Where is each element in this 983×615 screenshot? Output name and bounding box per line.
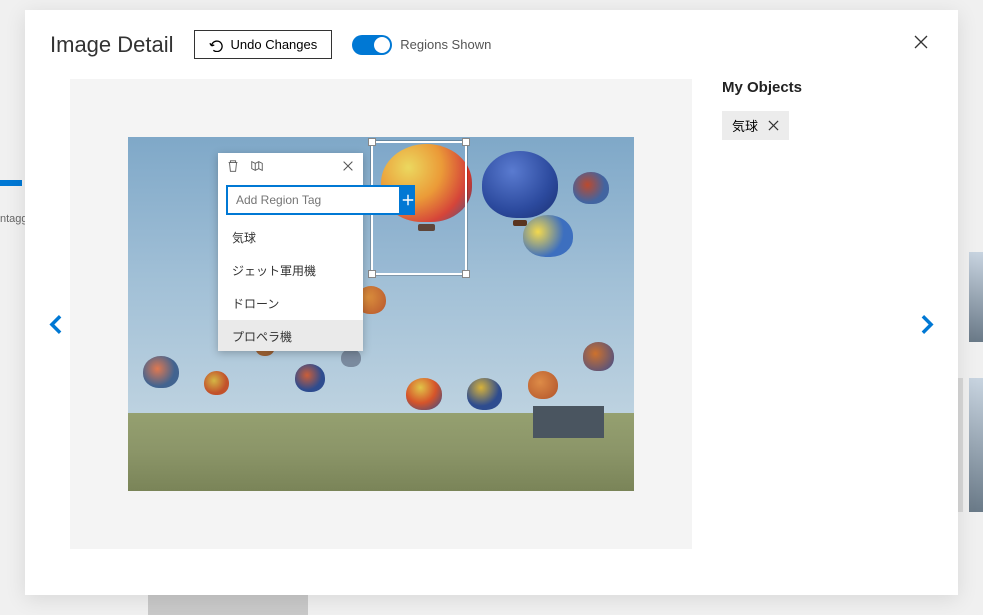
tag-popup-header: [218, 153, 363, 179]
image-stage: [533, 406, 604, 438]
close-popup-icon[interactable]: [341, 159, 355, 173]
close-button[interactable]: [909, 30, 933, 59]
modal-body: 気球 ジェット軍用機 ドローン プロペラ機 My Objects 気球: [25, 69, 958, 584]
balloon-shape: [482, 151, 558, 218]
bg-side-label: ntagg: [0, 213, 28, 225]
object-chip-label: 気球: [732, 116, 758, 135]
balloon-shape: [583, 342, 613, 370]
tag-option[interactable]: ドローン: [218, 287, 363, 320]
add-tag-button[interactable]: [401, 185, 415, 215]
balloon-shape: [143, 356, 178, 388]
chevron-right-icon: [916, 313, 938, 335]
image-detail-modal: Image Detail Undo Changes Regions Shown: [25, 10, 958, 595]
resize-handle-tl[interactable]: [368, 138, 376, 146]
page-title: Image Detail: [50, 32, 174, 58]
plus-icon: [401, 193, 415, 207]
sidebar-title: My Objects: [722, 79, 802, 96]
objects-sidebar: My Objects 気球: [722, 79, 802, 584]
undo-label: Undo Changes: [231, 37, 318, 52]
next-image-button[interactable]: [916, 313, 938, 340]
modal-header: Image Detail Undo Changes Regions Shown: [25, 10, 958, 69]
chevron-left-icon: [45, 313, 67, 335]
image-canvas[interactable]: 気球 ジェット軍用機 ドローン プロペラ機: [128, 137, 634, 491]
toggle-label: Regions Shown: [400, 37, 491, 52]
tag-option[interactable]: プロペラ機: [218, 320, 363, 351]
prev-image-button[interactable]: [45, 313, 67, 340]
delete-region-icon[interactable]: [226, 159, 240, 173]
regions-toggle[interactable]: [352, 35, 392, 55]
balloon-shape: [204, 371, 229, 396]
resize-handle-br[interactable]: [462, 270, 470, 278]
balloon-shape: [295, 364, 325, 392]
undo-changes-button[interactable]: Undo Changes: [194, 30, 333, 59]
balloon-shape: [523, 215, 574, 257]
bg-thumb: [969, 378, 983, 512]
region-tag-popup: 気球 ジェット軍用機 ドローン プロペラ機: [218, 153, 363, 351]
tag-input-row: [218, 179, 363, 221]
map-icon[interactable]: [250, 159, 264, 173]
balloon-shape: [467, 378, 502, 410]
bg-thumb: [969, 252, 983, 342]
close-icon: [913, 34, 929, 50]
balloon-shape: [528, 371, 558, 399]
region-tag-input[interactable]: [226, 185, 401, 215]
undo-icon: [209, 38, 223, 52]
resize-handle-bl[interactable]: [368, 270, 376, 278]
remove-object-icon[interactable]: [768, 120, 779, 131]
regions-toggle-wrap: Regions Shown: [352, 35, 491, 55]
tag-option[interactable]: 気球: [218, 221, 363, 254]
balloon-shape: [406, 378, 441, 410]
toggle-knob: [374, 37, 390, 53]
balloon-shape: [573, 172, 608, 204]
tag-option[interactable]: ジェット軍用機: [218, 254, 363, 287]
balloon-shape: [341, 349, 361, 367]
resize-handle-tr[interactable]: [462, 138, 470, 146]
bg-accent-bar: [0, 180, 22, 186]
image-panel: 気球 ジェット軍用機 ドローン プロペラ機: [70, 79, 692, 549]
object-chip[interactable]: 気球: [722, 111, 789, 140]
tag-options-list[interactable]: 気球 ジェット軍用機 ドローン プロペラ機: [218, 221, 363, 351]
